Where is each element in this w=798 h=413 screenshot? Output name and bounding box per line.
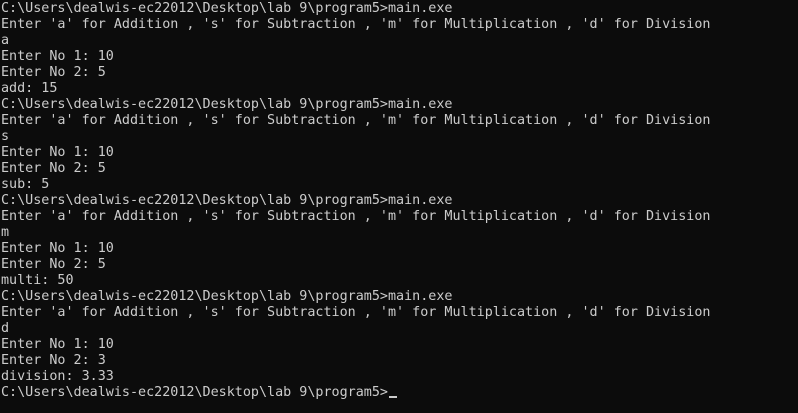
output-line: Enter No 2: 5 [1, 161, 106, 176]
output-line: Enter No 2: 5 [1, 257, 106, 272]
output-line: Enter No 1: 10 [1, 49, 114, 64]
output-line: C:\Users\dealwis-ec22012\Desktop\lab 9\p… [1, 193, 453, 208]
output-line: Enter No 2: 5 [1, 65, 106, 80]
output-line: multi: 50 [1, 273, 74, 288]
output-line: m [1, 225, 10, 240]
output-line: Enter No 2: 3 [1, 353, 106, 368]
output-line: Enter 'a' for Addition , 's' for Subtrac… [1, 209, 711, 224]
output-line: a [1, 33, 10, 48]
command-prompt: C:\Users\dealwis-ec22012\Desktop\lab 9\p… [1, 385, 388, 400]
output-line: Enter No 1: 10 [1, 145, 114, 160]
output-line: division: 3.33 [1, 369, 114, 384]
command-prompt-line[interactable]: C:\Users\dealwis-ec22012\Desktop\lab 9\p… [1, 385, 798, 401]
output-line: Enter 'a' for Addition , 's' for Subtrac… [1, 113, 711, 128]
text-cursor [388, 396, 397, 398]
output-line: s [1, 129, 10, 144]
output-line: C:\Users\dealwis-ec22012\Desktop\lab 9\p… [1, 97, 453, 112]
output-line: C:\Users\dealwis-ec22012\Desktop\lab 9\p… [1, 1, 453, 16]
output-line: Enter 'a' for Addition , 's' for Subtrac… [1, 17, 711, 32]
output-line: sub: 5 [1, 177, 50, 192]
terminal-window[interactable]: C:\Users\dealwis-ec22012\Desktop\lab 9\p… [0, 0, 798, 413]
output-line: add: 15 [1, 81, 58, 96]
output-line: d [1, 321, 10, 336]
output-line: C:\Users\dealwis-ec22012\Desktop\lab 9\p… [1, 289, 453, 304]
output-line: Enter No 1: 10 [1, 337, 114, 352]
output-line: Enter 'a' for Addition , 's' for Subtrac… [1, 305, 711, 320]
output-line: Enter No 1: 10 [1, 241, 114, 256]
